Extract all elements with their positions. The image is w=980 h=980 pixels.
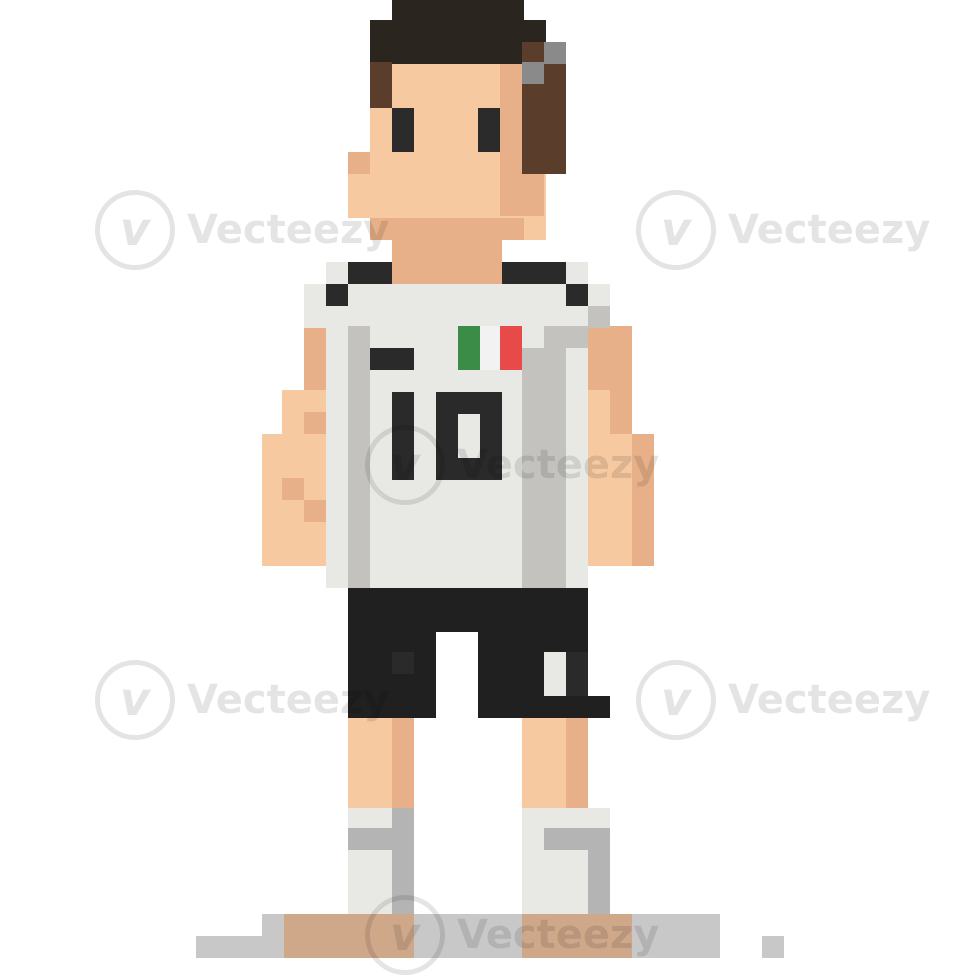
right-eye <box>478 108 500 152</box>
jersey-right-shade <box>522 348 566 588</box>
shorts-fold <box>392 652 414 674</box>
shorts-waist <box>348 588 588 632</box>
shorts-right-hem <box>588 696 610 718</box>
flag-red <box>500 326 522 370</box>
shorts <box>348 588 610 718</box>
number-one <box>392 392 414 480</box>
italy-flag-badge <box>458 326 522 370</box>
collar-left <box>348 262 392 284</box>
legs <box>348 718 588 812</box>
right-leg-shade <box>566 718 588 812</box>
right-hand-shade <box>632 434 654 566</box>
sleeve-trim-left <box>326 284 348 306</box>
left-eye <box>392 108 414 152</box>
left-shoe <box>284 914 414 958</box>
left-sock-band <box>348 828 414 850</box>
left-sock-shade <box>392 808 414 916</box>
jersey-left-shade <box>348 326 370 588</box>
right-sleeve-shade <box>566 326 588 348</box>
jersey-shade-step <box>544 326 566 348</box>
shadow-left <box>196 936 266 958</box>
shadow-dot <box>762 936 784 958</box>
sleeve-trim-right <box>566 284 588 306</box>
collar-right <box>500 262 566 284</box>
right-forearm-shade <box>610 390 632 434</box>
flag-white <box>480 326 502 370</box>
left-leg-shade <box>392 718 414 812</box>
jaw-shade <box>370 218 524 240</box>
right-sleeve-edge <box>588 306 610 328</box>
pixel-player-illustration <box>196 0 784 958</box>
chest-logo <box>370 348 414 370</box>
shorts-stripe <box>544 652 566 696</box>
number-zero-hole <box>458 414 480 458</box>
hair-top <box>370 20 546 64</box>
neck <box>392 240 502 284</box>
right-shoe <box>522 914 632 958</box>
shorts-stripe-edge <box>566 652 588 696</box>
hair-left-side <box>370 62 392 108</box>
left-hand-shade <box>282 478 304 500</box>
nose-shade <box>348 152 370 174</box>
flag-green <box>458 326 480 370</box>
hair-highlight <box>544 42 566 64</box>
hair-crown <box>392 0 524 22</box>
left-hand-shade-2 <box>304 500 326 522</box>
right-sock-band <box>544 828 610 850</box>
jersey-number <box>392 392 502 480</box>
right-upper-arm <box>588 326 632 392</box>
socks <box>348 808 610 916</box>
hair-highlight-2 <box>522 62 544 84</box>
